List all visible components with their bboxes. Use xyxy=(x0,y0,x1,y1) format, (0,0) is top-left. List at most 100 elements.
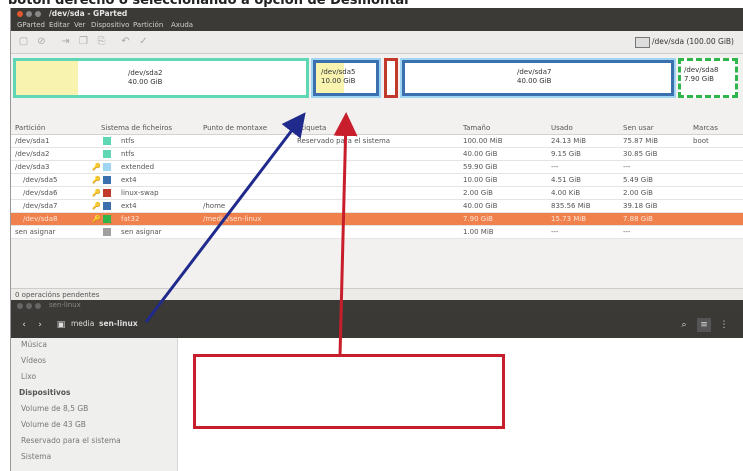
col-mountpoint[interactable]: Punto de montaxe xyxy=(203,124,267,132)
cell-label: Reservado para el sistema xyxy=(297,137,391,145)
cell-size: 59.90 GiB xyxy=(463,163,498,171)
cell-fs: ext4 xyxy=(121,202,137,210)
close-icon[interactable] xyxy=(17,11,23,17)
fs-color-swatch xyxy=(103,202,111,210)
cell-partition: /dev/sda7 xyxy=(23,202,58,210)
forward-icon[interactable]: › xyxy=(33,318,47,332)
partition-map-sda5[interactable]: /dev/sda5 10.00 GiB xyxy=(313,60,379,96)
resize-move-icon[interactable]: ⇥ xyxy=(59,36,72,48)
files-sidebar: Música Vídeos Lixo Dispositivos Volume de 8,… xyxy=(11,338,178,471)
maximize-icon[interactable] xyxy=(35,11,41,17)
col-unused[interactable]: Sen usar xyxy=(623,124,654,132)
menu-gparted[interactable]: GParted xyxy=(17,21,45,29)
col-used[interactable]: Usado xyxy=(551,124,573,132)
new-partition-icon[interactable]: ▢ xyxy=(17,36,30,48)
sidebar-item[interactable]: Volume de 43 GB xyxy=(21,420,86,429)
col-flags[interactable]: Marcas xyxy=(693,124,718,132)
minimize-icon[interactable] xyxy=(26,303,32,309)
maximize-icon[interactable] xyxy=(35,303,41,309)
sidebar-item[interactable]: Volume de 8,5 GB xyxy=(21,404,88,413)
cell-used: 15.73 MiB xyxy=(551,215,587,223)
table-row[interactable]: /dev/sda5 ext4 10.00 GiB 4.51 GiB 5.49 GiB 🔑 xyxy=(11,174,743,187)
col-filesystem[interactable]: Sistema de ficheiros xyxy=(101,124,172,132)
sidebar-item[interactable]: Reservado para el sistema xyxy=(21,436,121,445)
menu-particion[interactable]: Partición xyxy=(133,21,163,29)
fs-color-swatch xyxy=(103,189,111,197)
sidebar-item[interactable]: Vídeos xyxy=(21,356,46,365)
table-row[interactable]: /dev/sda6 linux-swap 2.00 GiB 4.00 KiB 2.00 … xyxy=(11,187,743,200)
pending-operations: 0 operacións pendentes xyxy=(15,291,100,299)
drive-icon[interactable]: ▣ xyxy=(55,318,67,332)
caption-text: botón derecho o seleccionando a opción d… xyxy=(8,0,411,8)
sidebar-item[interactable]: Sistema xyxy=(21,452,51,461)
map-sda7-name: /dev/sda7 xyxy=(517,68,552,76)
undo-icon[interactable]: ↶ xyxy=(119,36,132,48)
sidebar-item[interactable]: Lixo xyxy=(21,372,36,381)
partition-map-sda8[interactable]: /dev/sda8 7.90 GiB xyxy=(678,58,738,98)
close-icon[interactable] xyxy=(17,303,23,309)
fs-color-swatch xyxy=(103,228,111,236)
table-row[interactable]: /dev/sda7 ext4/home 40.00 GiB 835.56 MiB 39.… xyxy=(11,200,743,213)
harddisk-icon xyxy=(634,37,650,48)
cell-partition: /dev/sda3 xyxy=(15,163,50,171)
window-title: /dev/sda - GParted xyxy=(49,9,128,18)
files-window-title: sen-linux xyxy=(49,301,81,309)
cell-size: 10.00 GiB xyxy=(463,176,498,184)
cell-size: 40.00 GiB xyxy=(463,202,498,210)
device-selector[interactable]: /dev/sda (100.00 GiB) xyxy=(632,34,742,49)
cell-unused: --- xyxy=(623,228,631,236)
breadcrumb-sen-linux[interactable]: sen-linux xyxy=(99,319,138,328)
cell-mount: /home xyxy=(203,202,226,210)
delete-icon[interactable]: ⊘ xyxy=(35,36,48,48)
partition-map-sda7[interactable]: /dev/sda7 40.00 GiB xyxy=(402,60,674,96)
table-row[interactable]: /dev/sda8 fat32/media/sen-linux 7.90 GiB 15… xyxy=(11,213,743,226)
cell-used: 835.56 MiB xyxy=(551,202,591,210)
fs-color-swatch xyxy=(103,150,111,158)
fs-color-swatch xyxy=(103,137,111,145)
cell-used: 4.51 GiB xyxy=(551,176,581,184)
table-row[interactable]: sen asignar sen asignar 1.00 MiB --- --- xyxy=(11,226,743,239)
minimize-icon[interactable] xyxy=(26,11,32,17)
mounted-key-icon: 🔑 xyxy=(92,163,101,171)
search-icon[interactable]: ⌕ xyxy=(677,318,691,332)
cell-used: 9.15 GiB xyxy=(551,150,581,158)
fs-color-swatch xyxy=(103,176,111,184)
menu-ver[interactable]: Ver xyxy=(74,21,85,29)
cell-unused: --- xyxy=(623,163,631,171)
table-row[interactable]: /dev/sda3 extended 59.90 GiB --- --- 🔑 xyxy=(11,161,743,174)
back-icon[interactable]: ‹ xyxy=(17,318,31,332)
partition-map-sda2[interactable]: /dev/sda2 40.00 GiB xyxy=(13,58,309,98)
mounted-key-icon: 🔑 xyxy=(92,215,101,223)
list-view-icon[interactable]: ≡ xyxy=(697,318,711,332)
map-sda5-name: /dev/sda5 xyxy=(321,68,356,76)
device-label: /dev/sda (100.00 GiB) xyxy=(651,37,734,46)
cell-size: 100.00 MiB xyxy=(463,137,503,145)
apply-icon[interactable]: ✓ xyxy=(137,36,150,48)
menu-dispositivo[interactable]: Dispositivo xyxy=(91,21,129,29)
sidebar-item[interactable]: Música xyxy=(21,340,47,349)
col-size[interactable]: Tamaño xyxy=(463,124,490,132)
cell-used: --- xyxy=(551,163,559,171)
grid-view-icon[interactable]: ⋮ xyxy=(717,318,731,332)
col-label[interactable]: Etiqueta xyxy=(297,124,326,132)
cell-used: 24.13 MiB xyxy=(551,137,587,145)
gparted-window: /dev/sda - GParted GParted Editar Ver Di… xyxy=(10,8,743,301)
menu-editar[interactable]: Editar xyxy=(49,21,70,29)
paste-icon[interactable]: ⎘ xyxy=(95,36,108,48)
table-row[interactable]: /dev/sda2 ntfs 40.00 GiB 9.15 GiB 30.85 GiB xyxy=(11,148,743,161)
cell-used: 4.00 KiB xyxy=(551,189,581,197)
cell-fs: ntfs xyxy=(121,137,135,145)
breadcrumb-media[interactable]: media xyxy=(71,319,94,328)
col-partition[interactable]: Partición xyxy=(15,124,45,132)
cell-fs: fat32 xyxy=(121,215,140,223)
cell-flags: boot xyxy=(693,137,709,145)
table-row[interactable]: /dev/sda1 ntfs Reservado para el sistema 10… xyxy=(11,135,743,148)
menu-axuda[interactable]: Axuda xyxy=(171,21,193,29)
copy-icon[interactable]: ❐ xyxy=(77,36,90,48)
cell-partition: /dev/sda5 xyxy=(23,176,58,184)
mounted-key-icon: 🔑 xyxy=(92,176,101,184)
cell-size: 2.00 GiB xyxy=(463,189,493,197)
sidebar-section-header: Dispositivos xyxy=(19,388,71,397)
cell-unused: 2.00 GiB xyxy=(623,189,653,197)
partition-map-sda6[interactable] xyxy=(384,58,398,98)
